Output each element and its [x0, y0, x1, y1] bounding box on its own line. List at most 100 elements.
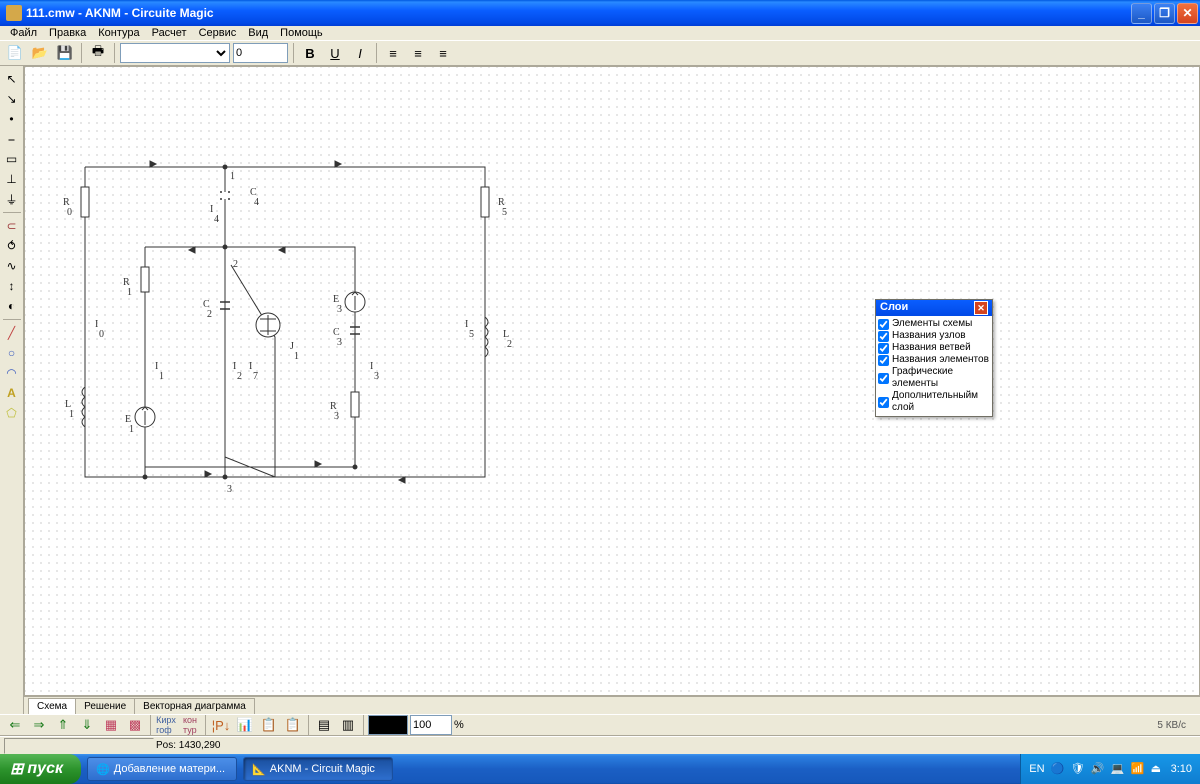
cursor-tool[interactable]: ↖	[2, 70, 22, 88]
layer-item[interactable]: Названия ветвей	[878, 342, 990, 354]
doc2-button[interactable]: 📋	[282, 714, 304, 736]
chart-button[interactable]: 📊	[234, 714, 256, 736]
save-button[interactable]: 💾	[54, 42, 76, 64]
layer-item[interactable]: Элементы схемы	[878, 318, 990, 330]
bold-button[interactable]: B	[299, 42, 321, 64]
menu-file[interactable]: Файл	[4, 27, 43, 39]
layer-item[interactable]: Названия элементов	[878, 354, 990, 366]
tool-b-button[interactable]: ▥	[337, 714, 359, 736]
layer-checkbox[interactable]	[878, 331, 889, 342]
menu-circuits[interactable]: Контура	[92, 27, 145, 39]
nav-left-button[interactable]: ⇐	[4, 714, 26, 736]
svg-text:1: 1	[127, 287, 132, 298]
new-button[interactable]: 📄	[4, 42, 26, 64]
svg-text:3: 3	[334, 411, 339, 422]
ground-tool[interactable]: ⏚	[2, 190, 22, 208]
layer-checkbox[interactable]	[878, 319, 889, 330]
tray-icon[interactable]: ⏏	[1151, 762, 1165, 776]
zoom-input[interactable]	[410, 715, 452, 735]
layer-checkbox[interactable]	[878, 397, 889, 408]
svg-text:2: 2	[233, 259, 238, 270]
layer-checkbox[interactable]	[878, 343, 889, 354]
tab-vector[interactable]: Векторная диаграмма	[134, 698, 255, 714]
layers-title: Слои	[880, 301, 908, 315]
current-tool[interactable]: ↕	[2, 277, 22, 295]
layers-panel[interactable]: Слои ✕ Элементы схемы Названия узлов Наз…	[875, 299, 993, 417]
svg-text:2: 2	[207, 309, 212, 320]
size-spinner[interactable]	[233, 43, 288, 63]
layer-checkbox[interactable]	[878, 373, 889, 384]
align-left-button[interactable]: ≡	[382, 42, 404, 64]
layer-item[interactable]: Названия узлов	[878, 330, 990, 342]
nav-up-button[interactable]: ⇑	[52, 714, 74, 736]
window-title: 111.cmw - AKNM - Circuite Magic	[26, 6, 1131, 20]
calc-kon-button[interactable]: контур	[179, 714, 201, 736]
start-button[interactable]: ⊞ пуск	[0, 754, 81, 784]
font-combo[interactable]	[120, 43, 230, 63]
layer-item[interactable]: Дополнительныйм слой	[878, 390, 990, 414]
task-icon: 🌐	[96, 763, 110, 776]
text-tool[interactable]: A	[2, 384, 22, 402]
menu-service[interactable]: Сервис	[193, 27, 243, 39]
calc-kirch-button[interactable]: Кирхгоф	[155, 714, 177, 736]
snap-button[interactable]: ▩	[124, 714, 146, 736]
layer-item[interactable]: Графические элементы	[878, 366, 990, 390]
task-button[interactable]: 📐 AKNM - Circuit Magic	[243, 757, 393, 781]
task-icon: 📐	[252, 763, 266, 776]
menu-view[interactable]: Вид	[242, 27, 274, 39]
capacitor-tool[interactable]: ⊥	[2, 170, 22, 188]
status-pos: Pos: 1430,290	[156, 740, 221, 751]
color-combo[interactable]	[368, 715, 408, 735]
svg-text:0: 0	[67, 207, 72, 218]
arrow-tool[interactable]: ↘	[2, 90, 22, 108]
task-button[interactable]: 🌐 Добавление матери...	[87, 757, 237, 781]
tray-icon[interactable]: 🛡	[1071, 762, 1085, 776]
maximize-button[interactable]: ❐	[1154, 3, 1175, 24]
param-button[interactable]: ¦P↓	[210, 714, 232, 736]
open-button[interactable]: 📂	[29, 42, 51, 64]
svg-text:I: I	[465, 319, 468, 330]
grid-button[interactable]: ▦	[100, 714, 122, 736]
lang-indicator[interactable]: EN	[1029, 763, 1044, 775]
nav-right-button[interactable]: ⇒	[28, 714, 50, 736]
layers-header[interactable]: Слои ✕	[876, 300, 992, 316]
status-bar: Pos: 1430,290	[0, 736, 1200, 754]
inductor-tool[interactable]: ⥀	[2, 237, 22, 255]
menu-edit[interactable]: Правка	[43, 27, 92, 39]
wire-tool[interactable]: ⎯	[2, 130, 22, 148]
menu-help[interactable]: Помощь	[274, 27, 329, 39]
minimize-button[interactable]: _	[1131, 3, 1152, 24]
line-tool[interactable]: ╱	[2, 324, 22, 342]
tray-icon[interactable]: 🔊	[1091, 762, 1105, 776]
tool-a-button[interactable]: ▤	[313, 714, 335, 736]
source-tool[interactable]: ⊂	[2, 217, 22, 235]
layers-close-icon[interactable]: ✕	[974, 301, 988, 315]
underline-button[interactable]: U	[324, 42, 346, 64]
align-center-button[interactable]: ≡	[407, 42, 429, 64]
tab-schema[interactable]: Схема	[28, 698, 76, 714]
canvas[interactable]: R0 R5 R1 R3 C4 C2 C3 L1 L2 E1 E3 J1 1 2 …	[24, 66, 1200, 696]
layer-checkbox[interactable]	[878, 355, 889, 366]
tray-icon[interactable]: 🔵	[1051, 762, 1065, 776]
print-button[interactable]: 🖶	[87, 42, 109, 64]
taskbar: ⊞ пуск 🌐 Добавление матери... 📐 AKNM - C…	[0, 754, 1200, 784]
close-button[interactable]: ✕	[1177, 3, 1198, 24]
circle-tool[interactable]: ○	[2, 344, 22, 362]
meter-tool[interactable]: ◐	[2, 297, 22, 315]
tab-solution[interactable]: Решение	[75, 698, 135, 714]
arc-tool[interactable]: ◠	[2, 364, 22, 382]
italic-button[interactable]: I	[349, 42, 371, 64]
clock[interactable]: 3:10	[1171, 763, 1192, 775]
align-right-button[interactable]: ≡	[432, 42, 454, 64]
svg-text:0: 0	[99, 329, 104, 340]
polygon-tool[interactable]: ⬠	[2, 404, 22, 422]
tray-icon[interactable]: 💻	[1111, 762, 1125, 776]
node-tool[interactable]: •	[2, 110, 22, 128]
voltage-tool[interactable]: ∿	[2, 257, 22, 275]
nav-down-button[interactable]: ⇓	[76, 714, 98, 736]
resistor-tool[interactable]: ▭	[2, 150, 22, 168]
system-tray[interactable]: EN 🔵 🛡 🔊 💻 📶 ⏏ 3:10	[1020, 754, 1200, 784]
doc1-button[interactable]: 📋	[258, 714, 280, 736]
tray-icon[interactable]: 📶	[1131, 762, 1145, 776]
menu-calc[interactable]: Расчет	[146, 27, 193, 39]
